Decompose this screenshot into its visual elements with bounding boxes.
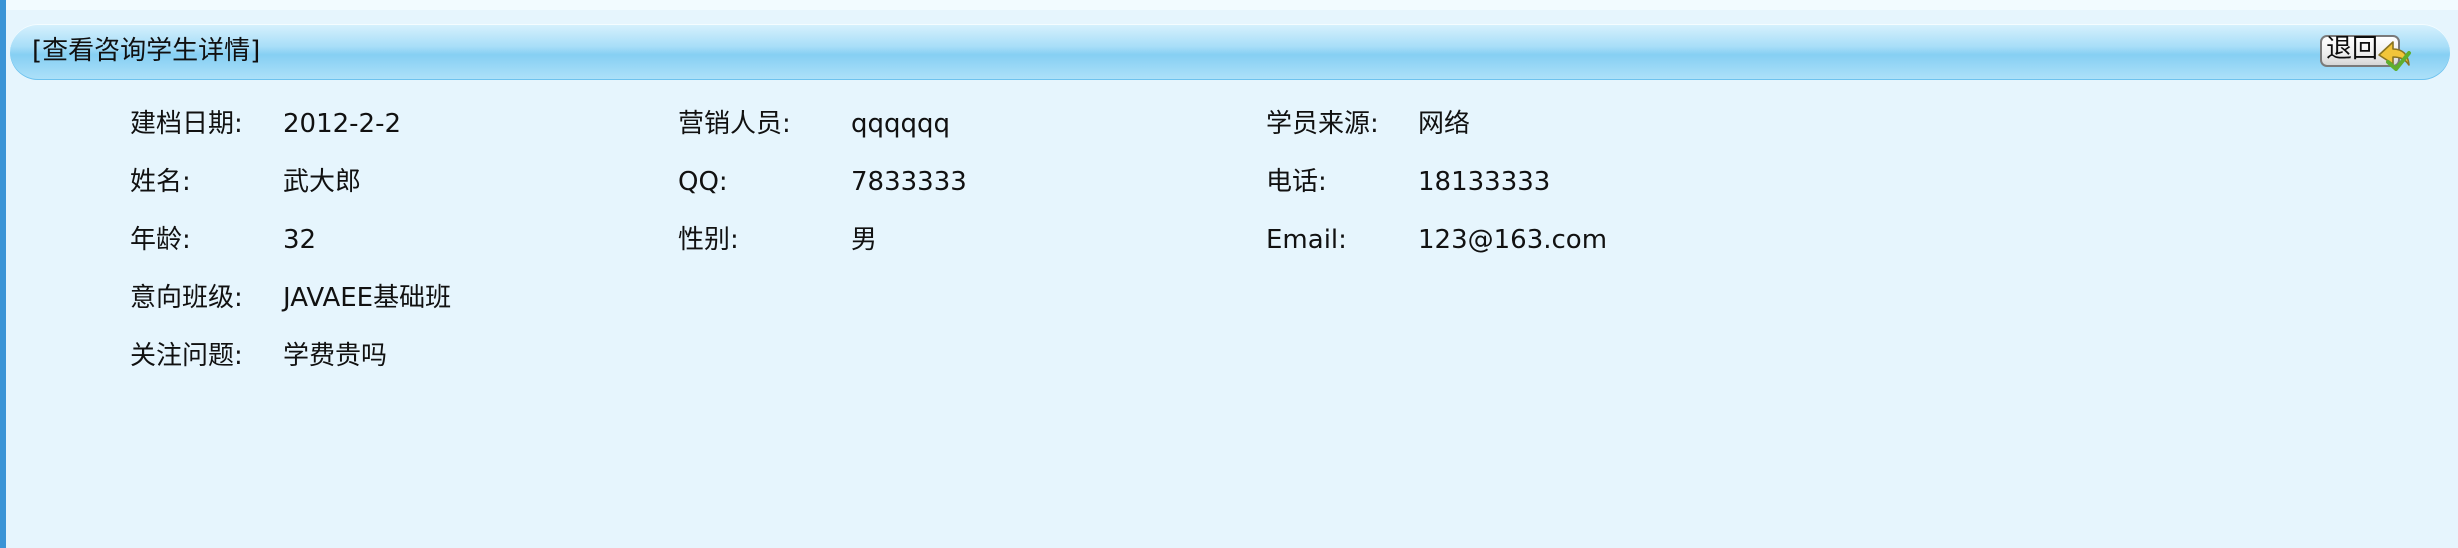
concern-value: 学费贵吗 xyxy=(283,341,388,371)
phone-label: 电话: xyxy=(1266,167,1327,197)
left-rail xyxy=(0,0,6,548)
filing-date-label: 建档日期: xyxy=(130,109,243,139)
back-button-label[interactable]: 退回 xyxy=(2326,34,2378,64)
return-arrow-icon[interactable] xyxy=(2376,37,2412,71)
student-source-value: 网络 xyxy=(1418,109,1471,139)
qq-label: QQ: xyxy=(678,167,728,197)
page-title: [查看咨询学生详情] xyxy=(32,36,261,66)
student-detail-page: [查看咨询学生详情] 退回 建档日期: 2012-2-2 营销人员: qqqqq… xyxy=(0,0,2458,548)
sales-person-label: 营销人员: xyxy=(678,109,791,139)
gender-value: 男 xyxy=(851,225,878,255)
intended-class-label: 意向班级: xyxy=(130,283,243,313)
intended-class-value: JAVAEE基础班 xyxy=(283,283,452,313)
title-bar: [查看咨询学生详情] 退回 xyxy=(10,24,2450,80)
name-label: 姓名: xyxy=(130,167,191,197)
concern-label: 关注问题: xyxy=(130,341,243,371)
student-source-label: 学员来源: xyxy=(1266,109,1379,139)
name-value: 武大郎 xyxy=(283,167,362,197)
email-label: Email: xyxy=(1266,225,1347,255)
age-value: 32 xyxy=(283,225,317,255)
filing-date-value: 2012-2-2 xyxy=(283,109,402,139)
gender-label: 性别: xyxy=(678,225,739,255)
phone-value: 18133333 xyxy=(1418,167,1551,197)
top-strip xyxy=(0,0,2458,10)
sales-person-value: qqqqqq xyxy=(851,109,951,139)
age-label: 年龄: xyxy=(130,225,191,255)
email-value: 123@163.com xyxy=(1418,225,1608,255)
back-button[interactable]: 退回 xyxy=(2320,33,2412,71)
qq-value: 7833333 xyxy=(851,167,967,197)
